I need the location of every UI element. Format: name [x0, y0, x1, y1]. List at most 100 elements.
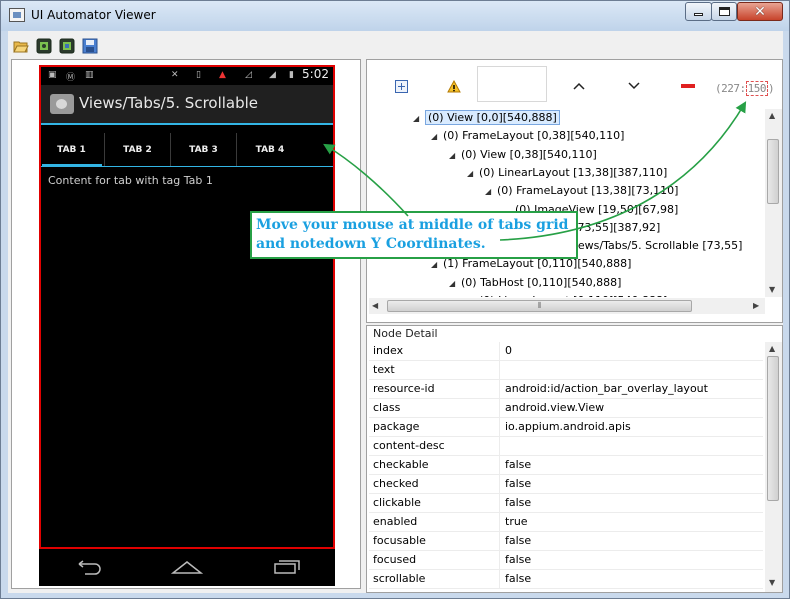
node-detail-panel: Node Detail index 0 text resource-id android…	[366, 325, 783, 593]
clear-search-button[interactable]	[677, 76, 699, 96]
device-screen[interactable]: ▣ Ⓜ ▥ ✕ ▯ ▲ ◿ ◢ ▮ 5:02 Views/Tabs/5. Scr…	[39, 65, 335, 586]
maximize-button[interactable]	[711, 2, 737, 21]
scroll-up-icon[interactable]: ▲	[769, 344, 775, 353]
detail-row[interactable]: index 0	[369, 342, 763, 361]
open-folder-icon[interactable]	[12, 38, 29, 54]
expand-arrow-icon[interactable]: ◢	[431, 256, 443, 274]
column-divider	[499, 437, 500, 456]
expand-arrow-icon[interactable]: ◢	[449, 275, 461, 293]
tree-node[interactable]: ◢ (0) View [0,0][540,888]	[413, 109, 560, 127]
detail-value: false	[505, 534, 532, 547]
next-match-button[interactable]	[623, 76, 645, 96]
column-divider	[499, 513, 500, 532]
mute-icon: ✕	[171, 70, 179, 80]
expand-arrow-icon[interactable]: ◢	[485, 183, 497, 201]
scroll-down-icon[interactable]: ▼	[769, 285, 775, 294]
warning-icon[interactable]	[443, 76, 465, 96]
scroll-up-icon[interactable]: ▲	[769, 111, 775, 120]
annotation-line: Move your mouse at middle of tabs grid	[256, 217, 569, 233]
search-field[interactable]	[477, 66, 547, 102]
detail-row[interactable]: package io.appium.android.apis	[369, 418, 763, 437]
detail-key: clickable	[373, 496, 421, 509]
detail-key: checked	[373, 477, 419, 490]
tab-1[interactable]: TAB 1	[39, 133, 105, 167]
detail-key: enabled	[373, 515, 418, 528]
tree-node-label: (0) View [0,0][540,888]	[425, 110, 560, 125]
sim-icon: ▯	[196, 70, 201, 80]
tree-vertical-scrollbar[interactable]: ▲ ▼	[765, 109, 782, 297]
device-screenshot-panel[interactable]: ▣ Ⓜ ▥ ✕ ▯ ▲ ◿ ◢ ▮ 5:02 Views/Tabs/5. Scr…	[11, 59, 361, 589]
detail-value: android.view.View	[505, 401, 605, 414]
expand-arrow-icon[interactable]: ◢	[449, 147, 461, 165]
detail-value: false	[505, 496, 532, 509]
expand-arrow-icon[interactable]: ◢	[467, 165, 479, 183]
detail-row[interactable]: scrollable false	[369, 570, 763, 589]
scroll-down-icon[interactable]: ▼	[769, 578, 775, 587]
tree-node[interactable]: ◢ (0) LinearLayout [13,38][387,110]	[467, 164, 667, 182]
detail-row[interactable]: enabled true	[369, 513, 763, 532]
back-icon[interactable]	[73, 559, 103, 578]
close-icon: ✕	[754, 3, 766, 20]
tree-node[interactable]: ◢ (0) View [0,38][540,110]	[449, 146, 597, 164]
minimize-button[interactable]	[685, 2, 712, 21]
tab-content-text: Content for tab with tag Tab 1	[48, 174, 213, 187]
tree-node[interactable]: ◢(0) LinearLayout [0,110][540,888]	[467, 292, 667, 297]
detail-key: resource-id	[373, 382, 435, 395]
column-divider	[499, 399, 500, 418]
expand-arrow-icon[interactable]: ◢	[431, 128, 443, 146]
tree-node-label: (0) View [0,38][540,110]	[461, 147, 597, 161]
detail-row[interactable]: focused false	[369, 551, 763, 570]
tree-node-label: (0) TabHost [0,110][540,888]	[461, 275, 622, 289]
scroll-right-icon[interactable]: ▶	[753, 301, 759, 310]
alert-icon: ▲	[219, 70, 226, 80]
tree-node[interactable]: ◢ (0) FrameLayout [13,38][73,110]	[485, 182, 678, 200]
tree-node[interactable]: ◢ (0) TabHost [0,110][540,888]	[449, 274, 621, 292]
detail-value: false	[505, 553, 532, 566]
expand-all-button[interactable]	[390, 76, 412, 96]
detail-row[interactable]: content-desc	[369, 437, 763, 456]
detail-row[interactable]: checkable false	[369, 456, 763, 475]
tab-3[interactable]: TAB 3	[171, 133, 237, 167]
close-button[interactable]: ✕	[737, 2, 783, 21]
column-divider	[499, 551, 500, 570]
annotation-line: and notedown Y Coordinates.	[256, 236, 486, 252]
title-bar[interactable]: UI Automator Viewer ✕	[1, 1, 789, 31]
detail-row[interactable]: focusable false	[369, 532, 763, 551]
scroll-thumb[interactable]	[767, 139, 779, 204]
coordinate-readout: (227: 150)	[715, 81, 775, 96]
detail-row[interactable]: text	[369, 361, 763, 380]
barcode-icon: ▥	[85, 70, 94, 80]
recents-icon[interactable]	[271, 559, 301, 578]
previous-match-button[interactable]	[568, 76, 590, 96]
tree-node-label: (0) LinearLayout [0,110][540,888]	[479, 294, 667, 297]
save-icon[interactable]	[81, 38, 98, 54]
home-icon[interactable]	[170, 559, 204, 578]
device-screenshot-compressed-icon[interactable]	[58, 38, 75, 54]
tree-node-label: (0) LinearLayout [13,38][387,110]	[479, 165, 668, 179]
device-screenshot-icon[interactable]	[35, 38, 52, 54]
expand-arrow-icon[interactable]: ◢	[467, 293, 479, 297]
expand-arrow-icon[interactable]: ◢	[413, 110, 425, 128]
tree-horizontal-scrollbar[interactable]: ◀ ⦀ ▶	[369, 298, 765, 314]
scroll-thumb[interactable]	[767, 356, 779, 501]
scroll-thumb[interactable]: ⦀	[387, 300, 692, 312]
device-tabs[interactable]: TAB 1 TAB 2 TAB 3 TAB 4	[39, 133, 335, 167]
tab-4[interactable]: TAB 4	[237, 133, 303, 167]
detail-vertical-scrollbar[interactable]: ▲ ▼	[765, 342, 782, 592]
detail-value: false	[505, 477, 532, 490]
hierarchy-tree[interactable]: ◢ (0) View [0,0][540,888] ◢ (0) FrameLayout…	[377, 109, 763, 297]
detail-row[interactable]: resource-id android:id/action_bar_overlay…	[369, 380, 763, 399]
tab-2[interactable]: TAB 2	[105, 133, 171, 167]
detail-value: true	[505, 515, 528, 528]
action-bar-title: Views/Tabs/5. Scrollable	[79, 94, 259, 112]
detail-key: focusable	[373, 534, 426, 547]
scroll-left-icon[interactable]: ◀	[372, 301, 378, 310]
tree-node[interactable]: ◢ (0) FrameLayout [0,38][540,110]	[431, 127, 624, 145]
tree-node-label: (0) FrameLayout [0,38][540,110]	[443, 129, 625, 143]
detail-row[interactable]: checked false	[369, 475, 763, 494]
detail-row[interactable]: class android.view.View	[369, 399, 763, 418]
column-divider	[499, 475, 500, 494]
device-status-bar: ▣ Ⓜ ▥ ✕ ▯ ▲ ◿ ◢ ▮ 5:02	[39, 65, 335, 85]
tab-strip-divider	[39, 166, 335, 167]
detail-row[interactable]: clickable false	[369, 494, 763, 513]
